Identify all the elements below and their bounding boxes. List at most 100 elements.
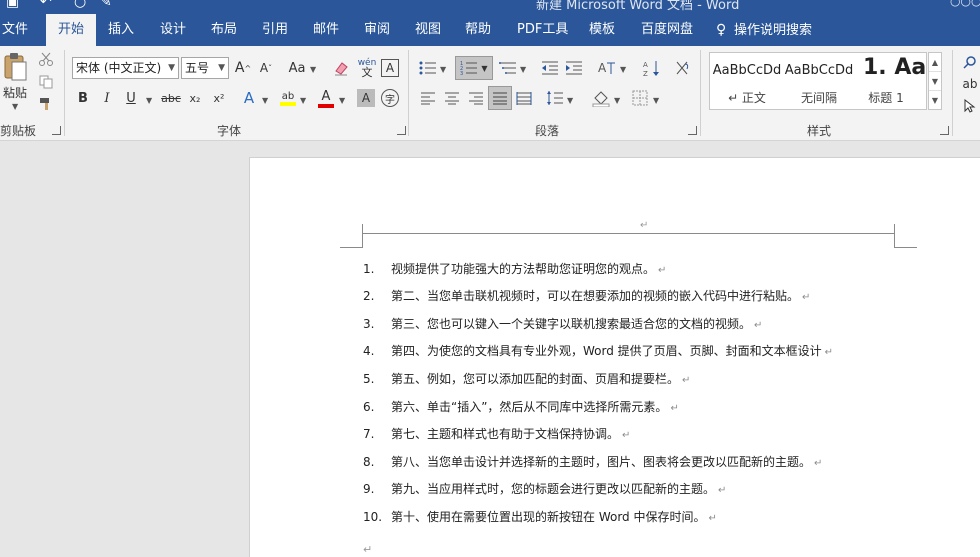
clipboard-launcher-icon[interactable] [52, 126, 61, 135]
paste-button-label[interactable]: 粘贴 [1, 84, 29, 101]
highlight-color-icon[interactable]: ab [279, 88, 297, 108]
chinese-layout-icon[interactable]: A [596, 58, 618, 78]
change-case-chevron-icon[interactable]: ▼ [310, 65, 316, 74]
list-number: 9. [363, 482, 375, 496]
strikethrough-button[interactable]: abc [160, 89, 182, 107]
tab-file[interactable]: 文件 [2, 14, 28, 46]
style-normal[interactable]: AaBbCcDd ↵ 正文 [711, 53, 783, 109]
increase-indent-icon[interactable] [564, 58, 584, 78]
highlight-chevron-icon[interactable]: ▼ [300, 96, 306, 105]
tab-baidu-netdisk[interactable]: 百度网盘 [641, 14, 693, 46]
window-title: 新建 Microsoft Word 文档 - Word [536, 0, 740, 13]
tab-home[interactable]: 开始 [46, 14, 97, 46]
multilevel-chevron-icon[interactable]: ▼ [520, 65, 526, 74]
tab-review[interactable]: 审阅 [364, 14, 390, 46]
tab-pdf-tools[interactable]: PDF工具 [517, 14, 568, 46]
underline-button[interactable]: U [122, 89, 140, 107]
change-case-button[interactable]: Aa [286, 59, 308, 77]
shading-chevron-icon[interactable]: ▼ [614, 96, 620, 105]
shading-icon[interactable] [590, 88, 612, 108]
line-spacing-icon[interactable] [545, 88, 565, 108]
tab-view[interactable]: 视图 [415, 14, 441, 46]
multilevel-list-icon[interactable] [498, 58, 518, 78]
character-shading-icon[interactable]: A [357, 89, 375, 107]
shrink-font-icon[interactable]: Aˇ [258, 59, 274, 77]
superscript-button[interactable]: x² [210, 89, 228, 107]
font-color-icon[interactable]: A [317, 88, 335, 108]
gallery-scroll[interactable]: ▲ ▼ ▼ [928, 52, 942, 110]
tell-me-search[interactable]: ♀ 操作说明搜索 [716, 14, 812, 46]
chinese-layout-chevron-icon[interactable]: ▼ [620, 65, 626, 74]
undo-icon[interactable]: ↶ [40, 0, 52, 10]
italic-button[interactable]: I [98, 89, 116, 107]
numbering-icon[interactable]: 123 ▼ [455, 56, 493, 80]
copy-icon[interactable] [38, 74, 54, 90]
scroll-up-icon[interactable]: ▲ [929, 53, 941, 72]
tab-template[interactable]: 模板 [589, 14, 615, 46]
character-border-icon[interactable]: A [381, 59, 399, 77]
format-painter-qa-icon[interactable]: ✎ [100, 0, 112, 10]
gallery-more-icon[interactable]: ▼ [929, 91, 941, 110]
bullets-chevron-icon[interactable]: ▼ [440, 65, 446, 74]
paragraph-launcher-icon[interactable] [688, 126, 697, 135]
font-launcher-icon[interactable] [397, 126, 406, 135]
borders-icon[interactable] [630, 88, 650, 108]
phonetic-guide-icon[interactable]: wén 文 [357, 57, 377, 79]
paste-icon[interactable] [1, 52, 29, 82]
distributed-icon[interactable] [514, 88, 534, 108]
scroll-down-icon[interactable]: ▼ [929, 72, 941, 91]
font-name-select[interactable]: 宋体 (中文正文) ▼ [72, 57, 179, 79]
borders-chevron-icon[interactable]: ▼ [653, 96, 659, 105]
style-no-spacing[interactable]: AaBbCcDd 无间隔 [783, 53, 855, 109]
grow-font-icon[interactable]: A ^ [235, 59, 251, 77]
bullets-icon[interactable] [418, 58, 438, 78]
format-painter-icon[interactable] [38, 96, 54, 112]
align-right-icon[interactable] [466, 88, 486, 108]
list-item[interactable]: 10. 第十、使用在需要位置出现的新按钮在 Word 中保存时间。 ↵ [363, 508, 717, 526]
list-item[interactable]: 5. 第五、例如，您可以添加匹配的封面、页眉和提要栏。 ↵ [363, 370, 690, 388]
tab-design[interactable]: 设计 [160, 14, 186, 46]
justify-icon[interactable] [488, 86, 512, 110]
list-text: 第三、您也可以键入一个关键字以联机搜索最适合您的文档的视频。 [391, 317, 752, 331]
paste-dropdown-chevron-icon[interactable]: ▼ [12, 102, 18, 111]
font-color-chevron-icon[interactable]: ▼ [339, 96, 345, 105]
list-item[interactable]: 7. 第七、主题和样式也有助于文档保持协调。 ↵ [363, 425, 630, 443]
text-effects-icon[interactable]: A [240, 89, 258, 107]
tab-insert[interactable]: 插入 [108, 14, 134, 46]
list-item[interactable]: 1. 视频提供了功能强大的方法帮助您证明您的观点。 ↵ [363, 260, 666, 278]
align-left-icon[interactable] [418, 88, 438, 108]
decrease-indent-icon[interactable] [540, 58, 560, 78]
list-item[interactable]: 2. 第二、当您单击联机视频时，可以在想要添加的视频的嵌入代码中进行粘贴。 ↵ [363, 287, 810, 305]
list-item[interactable]: 8. 第八、当您单击设计并选择新的主题时，图片、图表将会更改以匹配新的主题。 ↵ [363, 453, 822, 471]
font-size-select[interactable]: 五号 ▼ [181, 57, 229, 79]
header-border [363, 233, 895, 234]
sort-icon[interactable]: AZ [642, 58, 662, 78]
styles-launcher-icon[interactable] [940, 126, 949, 135]
bold-button[interactable]: B [74, 89, 92, 107]
list-item[interactable]: 3. 第三、您也可以键入一个关键字以联机搜索最适合您的文档的视频。 ↵ [363, 315, 762, 333]
save-icon[interactable]: ▣ [6, 0, 19, 10]
list-item[interactable]: 6. 第六、单击“插入”，然后从不同库中选择所需元素。 ↵ [363, 398, 679, 416]
tab-layout[interactable]: 布局 [211, 14, 237, 46]
select-icon[interactable] [962, 98, 978, 114]
line-spacing-chevron-icon[interactable]: ▼ [567, 96, 573, 105]
tab-references[interactable]: 引用 [262, 14, 288, 46]
redo-icon[interactable]: ○ [74, 0, 86, 10]
show-marks-icon[interactable] [672, 58, 692, 78]
style-heading-1[interactable]: 1. Aa 标题 1 [855, 53, 926, 109]
replace-icon[interactable]: ab [962, 76, 978, 92]
list-item[interactable]: 9. 第九、当应用样式时，您的标题会进行更改以匹配新的主题。 ↵ [363, 480, 726, 498]
cut-icon[interactable] [38, 51, 54, 67]
list-item[interactable]: 4. 第四、为使您的文档具有专业外观，Word 提供了页眉、页脚、封面和文本框设计… [363, 342, 833, 360]
tab-mailings[interactable]: 邮件 [313, 14, 339, 46]
subscript-button[interactable]: x₂ [186, 89, 204, 107]
find-icon[interactable] [962, 54, 978, 70]
user-name[interactable]: ○○○○○ [950, 0, 980, 8]
underline-chevron-icon[interactable]: ▼ [146, 96, 152, 105]
text-effects-chevron-icon[interactable]: ▼ [262, 96, 268, 105]
enclose-characters-icon[interactable]: 字 [381, 89, 399, 107]
styles-gallery: AaBbCcDd ↵ 正文 AaBbCcDd 无间隔 1. Aa 标题 1 [709, 52, 927, 110]
align-center-icon[interactable] [442, 88, 462, 108]
clear-formatting-icon[interactable] [332, 59, 350, 77]
tab-help[interactable]: 帮助 [465, 14, 491, 46]
